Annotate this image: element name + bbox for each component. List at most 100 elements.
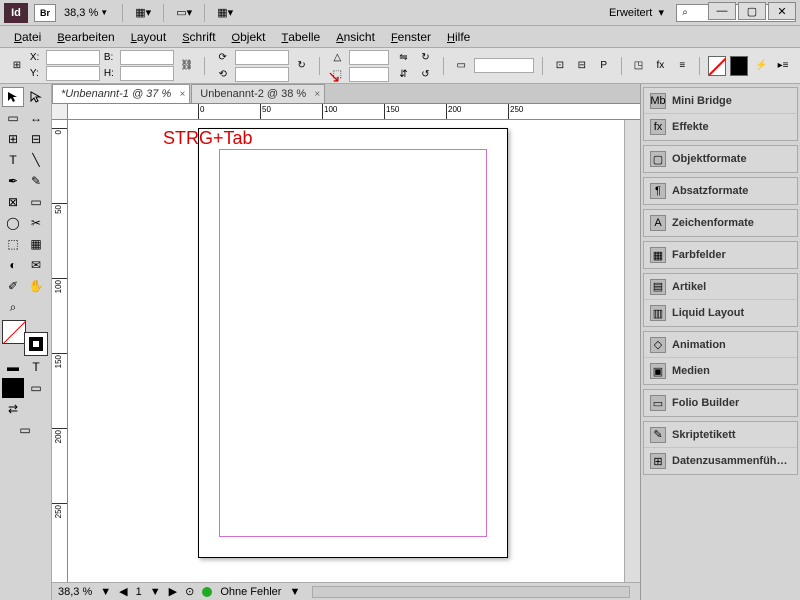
effects-icon[interactable]: fx [651, 58, 669, 74]
close-button[interactable]: ✕ [768, 2, 796, 20]
rotate-icon[interactable]: ↻ [293, 58, 311, 74]
preflight-icon[interactable]: ⊙ [185, 585, 194, 598]
selection-tool[interactable] [2, 87, 24, 107]
vertical-scrollbar[interactable] [624, 120, 640, 582]
fit-content-icon[interactable]: ⊡ [551, 58, 569, 74]
scale-y-input[interactable] [235, 67, 289, 82]
zoom-tool[interactable]: ⌕ [2, 297, 24, 317]
fill-swatch[interactable] [708, 56, 726, 76]
panel-skriptetikett[interactable]: ✎Skriptetikett [644, 422, 797, 448]
status-zoom[interactable]: 38,3 % [58, 586, 92, 598]
gap-tool[interactable]: ↔ [25, 108, 47, 128]
menu-schrift[interactable]: Schrift [174, 28, 223, 46]
panel-zeichenformate[interactable]: AZeichenformate [644, 210, 797, 236]
line-tool[interactable]: ╲ [25, 150, 47, 170]
stroke-proxy[interactable] [24, 332, 48, 356]
menu-fenster[interactable]: Fenster [383, 28, 439, 46]
menu-ansicht[interactable]: Ansicht [328, 28, 383, 46]
y-input[interactable] [46, 66, 100, 81]
fit-frame-icon[interactable]: ⊟ [573, 58, 591, 74]
hand-tool[interactable]: ✋ [25, 276, 47, 296]
menu-tabelle[interactable]: Tabelle [273, 28, 328, 46]
constrain-icon[interactable]: ⛓ [178, 58, 196, 74]
rotate-cw-icon[interactable]: ↻ [415, 49, 435, 65]
screen-mode-icon[interactable]: ▭▾ [170, 3, 198, 23]
panel-datenzusammenfh[interactable]: ⊞Datenzusammenfüh… [644, 448, 797, 474]
pencil-tool[interactable]: ✎ [25, 171, 47, 191]
stroke-weight-input[interactable] [474, 58, 534, 73]
formatting-container-icon[interactable]: ▭ [25, 378, 47, 398]
panel-farbfelder[interactable]: ▦Farbfelder [644, 242, 797, 268]
gradient-feather-tool[interactable]: ◐ [2, 255, 24, 275]
menu-hilfe[interactable]: Hilfe [439, 28, 478, 46]
close-tab-icon[interactable]: × [314, 89, 320, 100]
preflight-label[interactable]: Ohne Fehler [220, 586, 281, 598]
minimize-button[interactable]: — [708, 2, 736, 20]
swap-fill-stroke-icon[interactable]: ⇄ [2, 399, 24, 419]
w-input[interactable] [120, 50, 174, 65]
align-icon[interactable]: ≡ [673, 58, 691, 74]
page[interactable] [198, 128, 508, 558]
panel-artikel[interactable]: ▤Artikel [644, 274, 797, 300]
default-fill-stroke-icon[interactable]: ▪ [2, 378, 24, 398]
pen-tool[interactable]: ✒ [2, 171, 24, 191]
type-tool[interactable]: T [2, 150, 24, 170]
shear-input[interactable] [349, 67, 389, 82]
panel-menu-icon[interactable]: ▸≡ [774, 58, 792, 74]
workspace-switcher[interactable]: Erweitert ▾ [603, 6, 670, 19]
content-collector-tool[interactable]: ⊞ [2, 129, 24, 149]
tab-unbenannt-1[interactable]: *Unbenannt-1 @ 37 %× [52, 84, 190, 103]
scissors-tool[interactable]: ✂ [25, 213, 47, 233]
panel-medien[interactable]: ▣Medien [644, 358, 797, 384]
apply-color-icon[interactable]: ▬ [2, 357, 24, 377]
page-tool[interactable]: ▭ [2, 108, 24, 128]
menu-datei[interactable]: Datei [6, 28, 49, 46]
ellipse-tool[interactable]: ◯ [2, 213, 24, 233]
h-input[interactable] [120, 66, 174, 81]
panel-absatzformate[interactable]: ¶Absatzformate [644, 178, 797, 204]
menu-layout[interactable]: Layout [123, 28, 174, 46]
panel-effekte[interactable]: fxEffekte [644, 114, 797, 140]
scale-x-input[interactable] [235, 50, 289, 65]
corner-icon[interactable]: ◳ [630, 58, 648, 74]
note-tool[interactable]: ✉ [25, 255, 47, 275]
gradient-swatch-tool[interactable]: ▦ [25, 234, 47, 254]
stroke-swatch[interactable] [730, 56, 748, 76]
text-wrap-icon[interactable]: P [595, 58, 613, 74]
quick-apply-icon[interactable]: ⚡ [752, 58, 770, 74]
horizontal-ruler[interactable]: 050100150200250 [68, 104, 640, 120]
tab-unbenannt-2[interactable]: ↘Unbenannt-2 @ 38 %× [191, 84, 325, 103]
ruler-origin[interactable] [52, 104, 68, 120]
zoom-dropdown[interactable]: 38,3 %▼ [64, 7, 110, 19]
maximize-button[interactable]: ▢ [738, 2, 766, 20]
panel-objektformate[interactable]: ▢Objektformate [644, 146, 797, 172]
panel-animation[interactable]: ◇Animation [644, 332, 797, 358]
rotate-ccw-icon[interactable]: ↺ [415, 66, 435, 82]
menu-objekt[interactable]: Objekt [224, 28, 274, 46]
free-transform-tool[interactable]: ⬚ [2, 234, 24, 254]
screen-mode-tool[interactable]: ▭ [2, 420, 48, 440]
ref-point-icon[interactable]: ⊞ [8, 58, 26, 74]
bridge-button[interactable]: Br [34, 4, 56, 22]
view-options-icon[interactable]: ▦▾ [129, 3, 157, 23]
direct-selection-tool[interactable] [25, 87, 47, 107]
fill-stroke-proxy[interactable] [2, 320, 48, 356]
rectangle-frame-tool[interactable]: ⊠ [2, 192, 24, 212]
flip-v-icon[interactable]: ⇵ [393, 66, 413, 82]
horizontal-scrollbar[interactable] [312, 586, 630, 598]
content-placer-tool[interactable]: ⊟ [25, 129, 47, 149]
flip-h-icon[interactable]: ⇋ [393, 49, 413, 65]
status-page[interactable]: 1 [136, 586, 142, 598]
rotate-input[interactable] [349, 50, 389, 65]
select-container-icon[interactable]: ▭ [452, 58, 470, 74]
x-input[interactable] [46, 50, 100, 65]
panel-foliobuilder[interactable]: ▭Folio Builder [644, 390, 797, 416]
menu-bearbeiten[interactable]: Bearbeiten [49, 28, 122, 46]
panel-minibridge[interactable]: MbMini Bridge [644, 88, 797, 114]
close-tab-icon[interactable]: × [179, 89, 185, 100]
arrange-icon[interactable]: ▦▾ [211, 3, 239, 23]
apply-none-icon[interactable]: T [25, 357, 47, 377]
rectangle-tool[interactable]: ▭ [25, 192, 47, 212]
panel-liquidlayout[interactable]: ▥Liquid Layout [644, 300, 797, 326]
eyedropper-tool[interactable]: ✐ [2, 276, 24, 296]
